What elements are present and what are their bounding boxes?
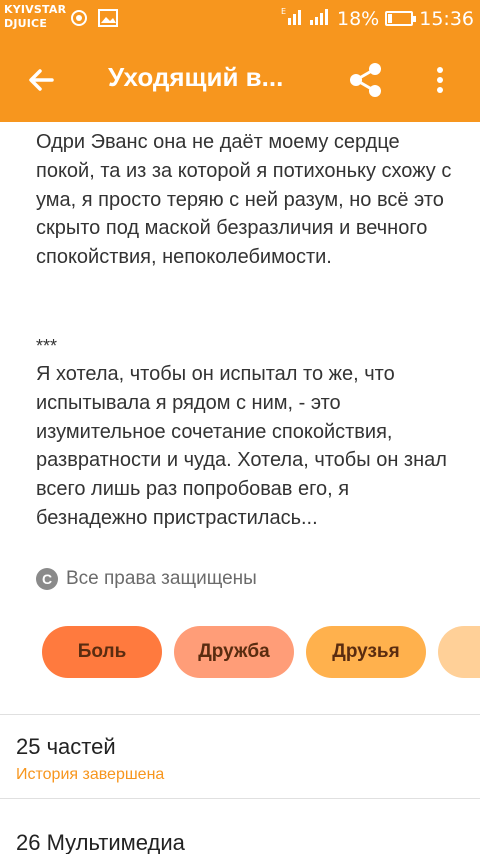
- tag-chip[interactable]: Дружба: [174, 626, 294, 678]
- tag-chip[interactable]: Друзья: [306, 626, 426, 678]
- media-count[interactable]: 26 Мультимедиа: [16, 830, 185, 854]
- battery-percent: 18%: [337, 7, 380, 30]
- location-icon: [70, 9, 88, 32]
- copyright-notice: C Все права защищены: [36, 568, 257, 590]
- carrier-name: KYIVSTAR DJUICE: [4, 3, 67, 30]
- svg-text:E: E: [281, 7, 286, 16]
- arrow-back-icon: [29, 69, 54, 91]
- story-description-paragraph: Одри Эванс она не даёт моему сердце поко…: [36, 131, 452, 269]
- divider: [0, 714, 480, 715]
- parts-count[interactable]: 25 частей: [16, 734, 116, 760]
- divider: [0, 798, 480, 799]
- section-separator: ***: [36, 336, 58, 356]
- signal-icon: [309, 6, 331, 31]
- app-toolbar: Уходящий в...: [0, 38, 480, 122]
- more-vert-icon: [437, 67, 443, 93]
- back-button[interactable]: [22, 60, 62, 100]
- tag-list: Боль Дружба Друзья: [42, 626, 480, 678]
- story-title: Уходящий в...: [108, 62, 284, 92]
- share-button[interactable]: [344, 58, 388, 102]
- story-status: История завершена: [16, 766, 165, 783]
- battery-icon: [385, 11, 417, 26]
- copyright-text: Все права защищены: [66, 568, 257, 589]
- tag-chip[interactable]: Боль: [42, 626, 162, 678]
- copyright-icon: C: [36, 568, 58, 590]
- clock: 15:36: [419, 7, 474, 30]
- status-bar: KYIVSTAR DJUICE E 18% 15:36: [0, 0, 480, 38]
- signal-icon: E: [281, 6, 303, 31]
- tag-chip[interactable]: [438, 626, 480, 678]
- image-icon: [98, 9, 118, 32]
- more-options-button[interactable]: [428, 60, 452, 100]
- story-description-paragraph: Я хотела, чтобы он испытал то же, что ис…: [36, 363, 447, 529]
- share-icon: [350, 63, 381, 97]
